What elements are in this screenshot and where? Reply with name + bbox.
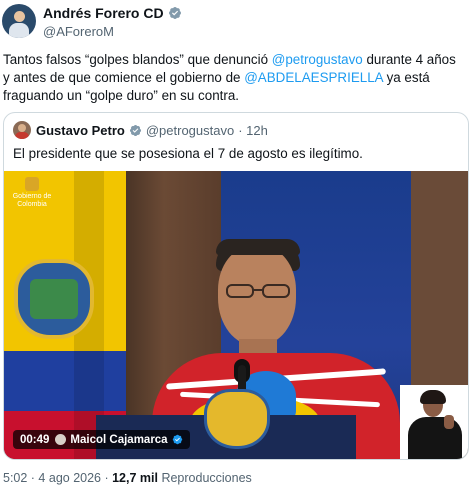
glasses <box>226 284 290 298</box>
video-duration: 00:49 <box>20 433 50 446</box>
author-avatar[interactable] <box>2 4 36 38</box>
verified-badge-icon <box>168 6 181 19</box>
author-display-name[interactable]: Andrés Forero CD <box>43 5 164 21</box>
author-handle[interactable]: @AForeroM <box>43 24 182 39</box>
tweet-meta: 5:02 · 4 ago 2026 · 12,7 mil Reproduccio… <box>3 471 252 485</box>
uploader-name[interactable]: Maicol Cajamarca <box>70 434 167 446</box>
quoted-tweet-text: El presidente que se posesiona el 7 de a… <box>13 146 363 161</box>
quoted-tweet-header: Gustavo Petro @petrogustavo · 12h <box>13 121 268 139</box>
tweet-text-segment: Tantos falsos “golpes blandos” que denun… <box>3 52 272 67</box>
tweet-timestamp[interactable]: 5:02 · 4 ago 2026 · <box>3 471 112 485</box>
display-name-row: Andrés Forero CD <box>43 4 182 21</box>
views-count: 12,7 mil <box>112 471 158 485</box>
quoted-tweet[interactable]: Gustavo Petro @petrogustavo · 12h El pre… <box>3 112 469 460</box>
coat-of-arms-podium <box>204 389 270 449</box>
verified-badge-icon <box>129 124 141 136</box>
quoted-author-handle: @petrogustavo <box>145 122 235 138</box>
mention-link[interactable]: @petrogustavo <box>272 52 363 67</box>
mention-link[interactable]: @ABDELAESPRIELLA <box>244 70 383 85</box>
verified-badge-icon <box>172 434 182 445</box>
quoted-tweet-age: · 12h <box>238 122 268 138</box>
video-info-overlay: 00:49 Maicol Cajamarca <box>13 430 190 449</box>
uploader-avatar <box>55 434 67 445</box>
quoted-author-avatar <box>13 121 31 139</box>
tweet-header: Andrés Forero CD @AForeroM <box>2 4 182 39</box>
views-label: Reproducciones <box>157 471 252 485</box>
seal-text: Gobierno de Colombia <box>12 193 52 208</box>
gobierno-seal: Gobierno de Colombia <box>10 177 54 217</box>
video-player[interactable]: Gobierno de Colombia 00:49 Maicol Cajama… <box>4 171 468 459</box>
author-names: Andrés Forero CD @AForeroM <box>43 4 182 39</box>
tweet-text: Tantos falsos “golpes blandos” que denun… <box>3 51 465 105</box>
quoted-author-display-name: Gustavo Petro <box>36 122 125 138</box>
